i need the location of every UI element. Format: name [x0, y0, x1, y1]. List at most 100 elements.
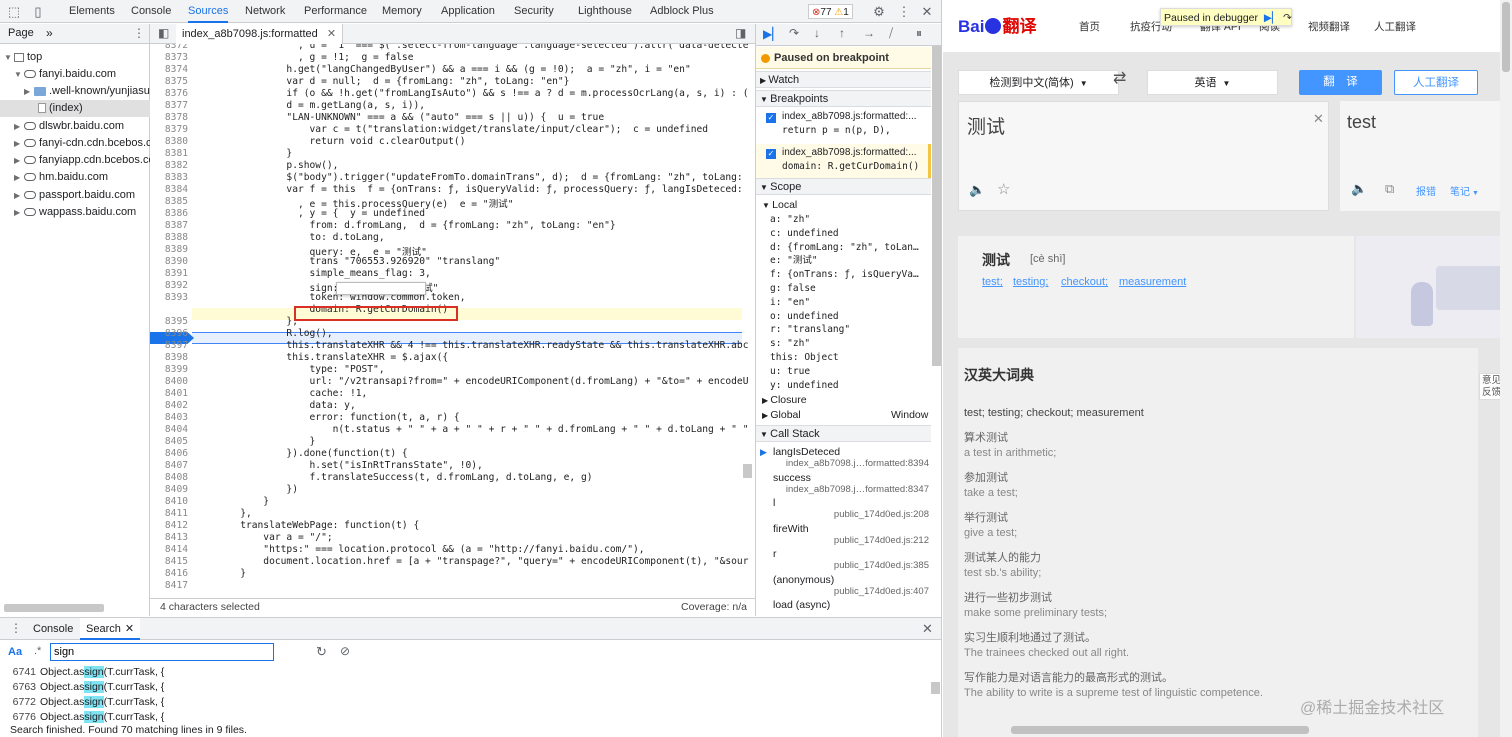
scope-variable[interactable]: f: {onTrans: ƒ, isQueryVa…: [770, 268, 941, 281]
call-stack-section[interactable]: ▼ Call Stack: [756, 425, 931, 442]
line-number[interactable]: 8388: [150, 232, 190, 243]
tree-item-domain[interactable]: ▶ fanyi-cdn.cdn.bcebos.com: [14, 135, 164, 152]
line-number[interactable]: 8392: [150, 280, 190, 291]
line-number[interactable]: 8402: [150, 400, 190, 411]
resume-icon[interactable]: ▶▏: [1264, 12, 1280, 24]
deactivate-breakpoints-icon[interactable]: ⧸: [889, 26, 893, 41]
line-number[interactable]: 8408: [150, 472, 190, 483]
line-number[interactable]: 8390: [150, 256, 190, 267]
clear-icon[interactable]: ✕: [1313, 111, 1324, 127]
toggle-debugger-icon[interactable]: ◨: [735, 26, 746, 40]
scope-variable[interactable]: y: undefined: [770, 379, 941, 392]
search-result[interactable]: 6741 Object.assign(T.currTask, {: [0, 666, 164, 678]
more-menu-icon[interactable]: ⋮: [133, 26, 145, 40]
line-number[interactable]: 8380: [150, 136, 190, 147]
line-number[interactable]: 8394: [150, 304, 190, 315]
line-number[interactable]: 8403: [150, 412, 190, 423]
clear-icon[interactable]: ⊘: [340, 644, 350, 658]
results-scrollbar[interactable]: [931, 682, 940, 694]
call-frame[interactable]: fireWith public_174d0ed.js:212: [756, 523, 931, 547]
scope-variable[interactable]: i: "en": [770, 296, 941, 309]
line-number[interactable]: 8405: [150, 436, 190, 447]
scope-section[interactable]: ▼ Scope: [756, 178, 931, 195]
more-tabs-button[interactable]: »: [46, 26, 53, 40]
debugger-scrollbar[interactable]: [932, 46, 941, 366]
line-number[interactable]: 8412: [150, 520, 190, 531]
line-number[interactable]: 8385: [150, 196, 190, 207]
toggle-navigator-icon[interactable]: ◧: [158, 26, 169, 40]
call-frame[interactable]: langIsDeteced index_a8b7098.j…formatted:8…: [756, 446, 931, 470]
resume-icon[interactable]: ▶▏: [763, 27, 781, 41]
drawer-menu-icon[interactable]: ⋮: [10, 621, 22, 635]
step-over-icon[interactable]: ↷: [789, 26, 799, 40]
refresh-icon[interactable]: ↻: [316, 644, 327, 660]
scope-variable[interactable]: o: undefined: [770, 310, 941, 323]
tab-elements[interactable]: Elements: [69, 0, 115, 23]
search-input[interactable]: [50, 643, 274, 661]
nav-video[interactable]: 视频翻译: [1308, 19, 1350, 34]
tab-drawer-search[interactable]: Search ✕: [80, 618, 141, 640]
page-scrollbar[interactable]: [1500, 0, 1512, 737]
call-frame[interactable]: l public_174d0ed.js:208: [756, 497, 931, 521]
step-over-icon[interactable]: ↷: [1283, 12, 1292, 24]
search-result[interactable]: 6763 Object.assign(T.currTask, {: [0, 681, 164, 693]
source-pane[interactable]: 测试 ✕ 🔈 ☆: [958, 101, 1329, 211]
pause-exceptions-icon[interactable]: ⏸: [916, 26, 922, 41]
page-hscrollbar[interactable]: [1011, 726, 1309, 734]
line-number[interactable]: 8410: [150, 496, 190, 507]
tree-item-top[interactable]: ▼ top: [4, 49, 154, 66]
close-icon[interactable]: ✕: [327, 28, 336, 40]
tab-memory[interactable]: Memory: [382, 0, 422, 23]
scope-variable[interactable]: c: undefined: [770, 227, 941, 240]
breakpoints-section[interactable]: ▼ Breakpoints: [756, 90, 931, 107]
search-result[interactable]: 6776 Object.assign(T.currTask, {: [0, 711, 164, 723]
checkbox-checked-icon[interactable]: ✓: [766, 149, 776, 159]
call-frame[interactable]: success index_a8b7098.j…formatted:8347: [756, 472, 931, 496]
call-frame[interactable]: r public_174d0ed.js:385: [756, 548, 931, 572]
tab-page[interactable]: Page: [8, 27, 34, 39]
more-menu-icon[interactable]: ⋮: [897, 0, 911, 23]
line-number[interactable]: 8395: [150, 316, 190, 327]
from-language-select[interactable]: 检测到中文(简体) ▼: [958, 70, 1119, 95]
local-scope[interactable]: ▼ Local: [762, 199, 937, 212]
line-number[interactable]: 8414: [150, 544, 190, 555]
scope-variable[interactable]: r: "translang": [770, 323, 941, 336]
report-link[interactable]: 报错: [1416, 183, 1436, 198]
scope-variable[interactable]: u: true: [770, 365, 941, 378]
step-icon[interactable]: →: [863, 26, 875, 40]
line-number[interactable]: 8375: [150, 76, 190, 87]
line-number[interactable]: 8372: [150, 44, 190, 51]
tab-drawer-console[interactable]: Console: [33, 623, 73, 635]
close-drawer-icon[interactable]: ✕: [922, 621, 933, 637]
checkbox-checked-icon[interactable]: ✓: [766, 113, 776, 123]
line-number[interactable]: 8391: [150, 268, 190, 279]
page-scrollbar-thumb[interactable]: [1502, 2, 1510, 72]
call-frame[interactable]: (anonymous) public_174d0ed.js:407: [756, 574, 931, 598]
speaker-icon[interactable]: 🔈: [969, 182, 985, 198]
scope-variable[interactable]: d: {fromLang: "zh", toLan…: [770, 241, 941, 254]
line-number[interactable]: 8400: [150, 376, 190, 387]
meaning-link[interactable]: measurement: [1119, 276, 1186, 288]
tab-security[interactable]: Security: [514, 0, 554, 23]
line-number[interactable]: 8417: [150, 580, 190, 591]
tab-lighthouse[interactable]: Lighthouse: [578, 0, 632, 23]
line-number[interactable]: 8409: [150, 484, 190, 495]
nav-human[interactable]: 人工翻译: [1374, 19, 1416, 34]
gear-icon[interactable]: ⚙: [871, 0, 887, 23]
line-number[interactable]: 8393: [150, 292, 190, 303]
line-number[interactable]: 8416: [150, 568, 190, 579]
match-case-button[interactable]: Aa: [8, 646, 22, 658]
step-out-icon[interactable]: ↑: [839, 26, 845, 40]
step-into-icon[interactable]: ↓: [814, 26, 820, 40]
tree-item-domain[interactable]: ▶ hm.baidu.com: [14, 169, 164, 186]
line-number[interactable]: 8379: [150, 124, 190, 135]
line-number[interactable]: 8396: [150, 328, 190, 339]
file-tab[interactable]: index_a8b7098.js:formatted ✕: [176, 24, 344, 44]
line-number[interactable]: 8383: [150, 172, 190, 183]
tree-item-domain[interactable]: ▼ fanyi.baidu.com: [14, 66, 164, 83]
to-language-select[interactable]: 英语 ▼: [1147, 70, 1278, 95]
search-result[interactable]: 6772 Object.assign(T.currTask, {: [0, 696, 164, 708]
meaning-link[interactable]: testing;: [1013, 276, 1048, 288]
line-number[interactable]: 8407: [150, 460, 190, 471]
tab-performance[interactable]: Performance: [304, 0, 367, 23]
